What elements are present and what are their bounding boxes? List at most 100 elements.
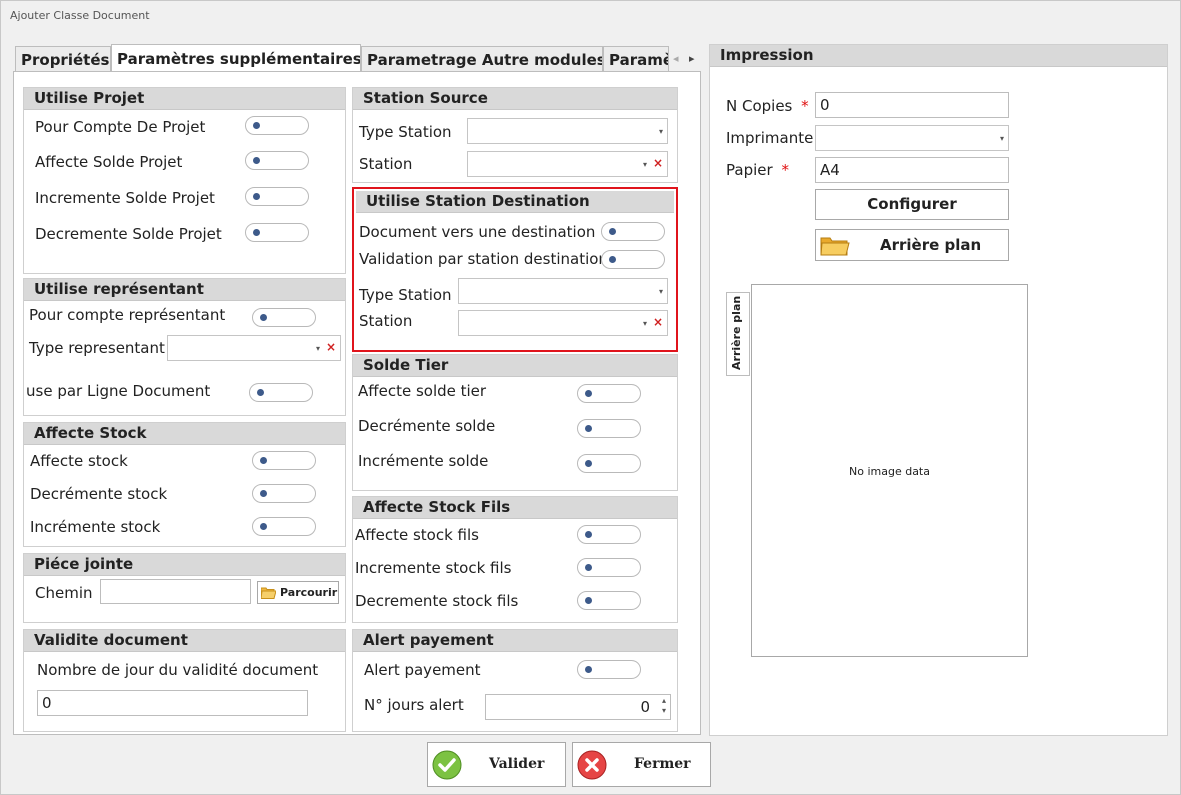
group-title: Utilise Station Destination — [356, 191, 674, 213]
label-type-station-destination: Type Station — [359, 286, 452, 304]
label-station-source: Station — [359, 155, 413, 173]
tab-next-icon[interactable]: ▸ — [689, 52, 695, 65]
group-title: Alert payement — [353, 630, 677, 652]
papier-input[interactable]: A4 — [815, 157, 1009, 183]
toggle-incremente-stock[interactable] — [252, 517, 316, 536]
toggle-document-vers-destination[interactable] — [601, 222, 665, 241]
jours-alert-value: 0 — [640, 698, 650, 716]
label-decremente-stock-fils: Decremente stock fils — [355, 592, 519, 610]
chemin-input[interactable] — [100, 579, 251, 604]
label-affecte-solde-tier: Affecte solde tier — [358, 382, 487, 400]
toggle-decremente-stock-fils[interactable] — [577, 591, 641, 610]
papier-text: Papier — [726, 161, 773, 179]
fermer-label: Fermer — [634, 756, 691, 772]
group-title: Affecte Stock — [24, 423, 345, 445]
validite-input[interactable]: 0 — [37, 690, 308, 716]
parcourir-button[interactable]: Parcourir — [257, 581, 339, 604]
image-preview: No image data — [751, 284, 1028, 657]
group-title: Piéce jointe — [24, 554, 345, 576]
group-title: Affecte Stock Fils — [353, 497, 677, 519]
tab-prev-icon[interactable]: ◂ — [673, 52, 679, 65]
close-icon — [577, 750, 607, 780]
label-decremente-stock: Decrémente stock — [30, 485, 168, 503]
label-station-destination: Station — [359, 312, 413, 330]
tab-parametrage-autre-modules[interactable]: Parametrage Autre modules — [361, 46, 603, 72]
toggle-affecte-stock[interactable] — [252, 451, 316, 470]
dropdown-arrow-icon[interactable]: ▾ — [643, 319, 647, 328]
combo-type-representant[interactable]: ▾ × — [167, 335, 341, 361]
tab-parametres-supplementaires[interactable]: Paramètres supplémentaires — [111, 44, 361, 72]
label-incremente-stock: Incrémente stock — [30, 518, 161, 536]
label-nombre-jour-validite: Nombre de jour du validité document — [37, 661, 319, 679]
group-title: Station Source — [353, 88, 677, 110]
label-n-copies: N Copies * — [726, 97, 809, 115]
no-image-text: No image data — [849, 465, 930, 478]
arriere-plan-label: Arrière plan — [880, 236, 982, 254]
clear-icon[interactable]: × — [653, 156, 663, 170]
dropdown-arrow-icon[interactable]: ▾ — [643, 160, 647, 169]
arriere-plan-side-tab[interactable]: Arrière plan — [726, 292, 750, 376]
clear-icon[interactable]: × — [326, 340, 336, 354]
label-decremente-solde-projet: Decremente Solde Projet — [35, 225, 222, 243]
dropdown-arrow-icon[interactable]: ▾ — [659, 287, 663, 296]
label-type-representant: Type representant — [29, 339, 165, 357]
folder-icon — [820, 237, 850, 256]
toggle-decremente-stock[interactable] — [252, 484, 316, 503]
parcourir-label: Parcourir — [280, 586, 338, 599]
valider-button[interactable]: Valider — [427, 742, 566, 787]
group-title: Solde Tier — [353, 355, 677, 377]
combo-station-source[interactable]: ▾ × — [467, 151, 668, 177]
fermer-button[interactable]: Fermer — [572, 742, 711, 787]
dropdown-arrow-icon[interactable]: ▾ — [659, 127, 663, 136]
required-mark: * — [781, 161, 789, 179]
arriere-plan-button[interactable]: Arrière plan — [815, 229, 1009, 261]
group-validite-document: Validite document — [23, 629, 346, 732]
valider-label: Valider — [489, 756, 545, 772]
label-incremente-solde-projet: Incremente Solde Projet — [35, 189, 215, 207]
group-title: Utilise représentant — [24, 279, 345, 301]
label-par-ligne-document: use par Ligne Document — [26, 382, 211, 400]
dropdown-arrow-icon[interactable]: ▾ — [1000, 134, 1004, 143]
check-icon — [432, 750, 462, 780]
window-title: Ajouter Classe Document — [10, 9, 150, 22]
label-chemin: Chemin — [35, 584, 93, 602]
toggle-validation-station-destination[interactable] — [601, 250, 665, 269]
clear-icon[interactable]: × — [653, 315, 663, 329]
label-decremente-solde: Decrémente solde — [358, 417, 496, 435]
combo-station-destination[interactable]: ▾ × — [458, 310, 668, 336]
label-validation-station-destination: Validation par station destination — [359, 250, 608, 268]
label-jours-alert: N° jours alert — [364, 696, 464, 714]
toggle-affecte-stock-fils[interactable] — [577, 525, 641, 544]
jours-alert-spinner[interactable]: 0 ▴ ▾ — [485, 694, 671, 720]
group-title: Utilise Projet — [24, 88, 345, 110]
label-papier: Papier * — [726, 161, 789, 179]
combo-type-station-source[interactable]: ▾ — [467, 118, 668, 144]
n-copies-input[interactable]: 0 — [815, 92, 1009, 118]
label-pour-compte-representant: Pour compte représentant — [29, 306, 226, 324]
group-title: Impression — [710, 45, 1167, 67]
label-document-vers-destination: Document vers une destination — [359, 223, 596, 241]
toggle-decremente-solde[interactable] — [577, 419, 641, 438]
toggle-incremente-solde[interactable] — [577, 454, 641, 473]
configurer-button[interactable]: Configurer — [815, 189, 1009, 220]
label-incremente-stock-fils: Incremente stock fils — [355, 559, 512, 577]
combo-imprimante[interactable]: ▾ — [815, 125, 1009, 151]
tab-parametres-more[interactable]: Paramè — [603, 46, 669, 72]
toggle-decremente-solde-projet[interactable] — [245, 223, 309, 242]
toggle-incremente-stock-fils[interactable] — [577, 558, 641, 577]
toggle-incremente-solde-projet[interactable] — [245, 187, 309, 206]
toggle-pour-compte-projet[interactable] — [245, 116, 309, 135]
tab-proprietes[interactable]: Propriétés — [15, 46, 111, 72]
group-title: Validite document — [24, 630, 345, 652]
toggle-alert-payement[interactable] — [577, 660, 641, 679]
spinner-arrows-icon[interactable]: ▴ ▾ — [662, 696, 666, 716]
toggle-affecte-solde-tier[interactable] — [577, 384, 641, 403]
toggle-affecte-solde-projet[interactable] — [245, 151, 309, 170]
combo-type-station-destination[interactable]: ▾ — [458, 278, 668, 304]
toggle-pour-compte-representant[interactable] — [252, 308, 316, 327]
folder-icon — [261, 587, 276, 599]
toggle-par-ligne-document[interactable] — [249, 383, 313, 402]
dropdown-arrow-icon[interactable]: ▾ — [316, 344, 320, 353]
required-mark: * — [801, 97, 809, 115]
label-type-station-source: Type Station — [359, 123, 452, 141]
